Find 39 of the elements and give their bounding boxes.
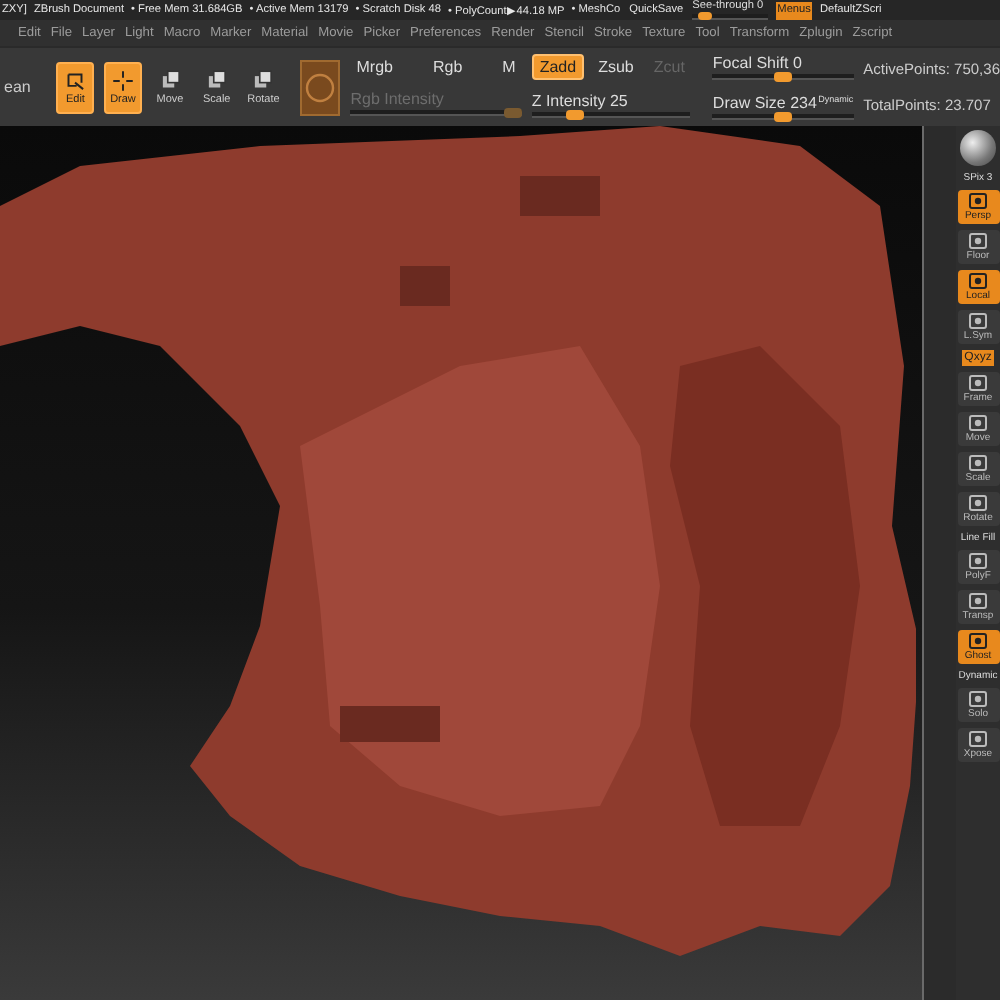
cube-icon xyxy=(203,68,230,94)
tool-icon xyxy=(968,552,988,570)
color-mode-button[interactable]: Mrgb xyxy=(350,56,399,78)
draw-size-slider-label: Draw Size 234 xyxy=(712,93,817,111)
rgb-intensity-slider-track[interactable] xyxy=(350,108,522,118)
draw-size-slider-thumb[interactable] xyxy=(774,111,793,121)
tool-icon xyxy=(968,592,988,610)
material-swatch[interactable] xyxy=(299,59,341,115)
button-label: ean xyxy=(4,78,31,96)
z-intensity-slider-label: Z Intensity 25 xyxy=(531,92,628,110)
tool-icon xyxy=(968,374,988,392)
material-sphere[interactable] xyxy=(960,130,996,166)
tool-icon xyxy=(968,232,988,250)
edit-icon xyxy=(62,68,89,94)
focal-shift-slider-track[interactable] xyxy=(712,71,854,81)
color-mode-button[interactable]: M xyxy=(496,56,522,78)
tool-icon xyxy=(968,632,988,650)
z-intensity-slider-thumb[interactable] xyxy=(566,110,585,120)
depth-mode-button[interactable]: Zsub xyxy=(592,54,640,80)
focal-shift-slider-label: Focal Shift 0 xyxy=(712,53,802,71)
cube-icon xyxy=(157,68,184,94)
tool-icon xyxy=(968,454,988,472)
depth-mode-button[interactable]: Zadd xyxy=(531,54,585,80)
tool-icon xyxy=(968,312,988,330)
tool-icon xyxy=(968,494,988,512)
tool-icon xyxy=(968,192,988,210)
tool-icon xyxy=(968,690,988,708)
draw-size-slider-track[interactable] xyxy=(712,111,854,121)
see-through-slider-track[interactable] xyxy=(692,12,769,20)
color-mode-button[interactable]: Rgb xyxy=(426,56,469,78)
z-intensity-slider-track[interactable] xyxy=(531,110,691,120)
tool-icon xyxy=(968,414,988,432)
tool-icon xyxy=(968,730,988,748)
circle-icon xyxy=(304,71,337,103)
cube-icon xyxy=(250,68,277,94)
crosshair-icon xyxy=(109,68,136,94)
see-through-slider-thumb[interactable] xyxy=(698,12,713,20)
focal-shift-slider-thumb[interactable] xyxy=(774,71,793,81)
tool-icon xyxy=(968,272,988,290)
